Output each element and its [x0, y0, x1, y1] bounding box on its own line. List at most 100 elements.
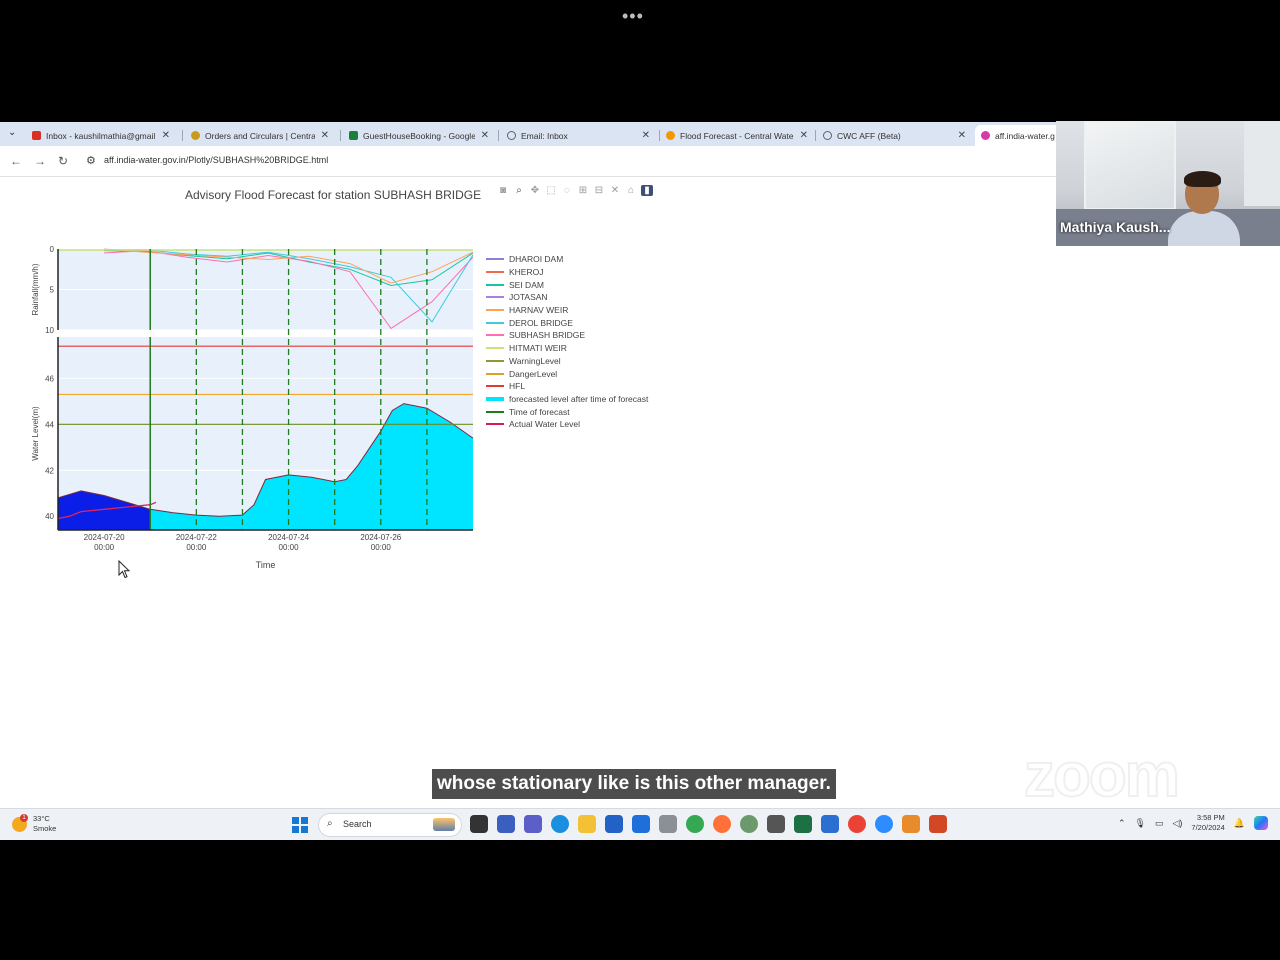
rainfall-tick-label: 10: [45, 326, 54, 335]
legend-item[interactable]: SEI DAM: [486, 278, 648, 291]
x-tick-date: 2024-07-24: [268, 533, 309, 542]
site-info-icon[interactable]: ⚙: [86, 154, 96, 167]
pen-app-icon[interactable]: [497, 815, 515, 833]
teams-icon[interactable]: [524, 815, 542, 833]
rainfall-axis-title: Rainfall(mm/h): [31, 263, 40, 315]
legend-label: HITMATI WEIR: [509, 343, 567, 354]
notification-bell-icon[interactable]: 🔔: [1234, 818, 1245, 829]
legend-item[interactable]: forecasted level after time of forecast: [486, 393, 648, 406]
taskbar-search[interactable]: ⌕ Search: [318, 813, 462, 837]
notepad-icon[interactable]: [821, 815, 839, 833]
app-icon[interactable]: [767, 815, 785, 833]
mouse-cursor-icon: [118, 560, 131, 579]
tab-title: Flood Forecast - Central Water: [680, 130, 794, 141]
tab-gmail-inbox[interactable]: Inbox - kaushilmathia@gmail.c ✕: [26, 125, 176, 146]
tab-search-icon[interactable]: ⌄: [8, 127, 16, 138]
mail-icon[interactable]: [632, 815, 650, 833]
participant-video[interactable]: Mathiya Kaush...: [1056, 121, 1280, 246]
x-tick-date: 2024-07-26: [360, 533, 401, 542]
legend-item[interactable]: JOTASAN: [486, 291, 648, 304]
participant-hair: [1184, 171, 1221, 187]
search-placeholder: Search: [343, 819, 372, 829]
x-tick-time: 00:00: [186, 543, 207, 552]
legend-item[interactable]: WarningLevel: [486, 355, 648, 368]
legend-item[interactable]: Actual Water Level: [486, 418, 648, 431]
legend-swatch: [486, 396, 504, 401]
globe-icon: [823, 131, 832, 140]
chrome-icon[interactable]: [686, 815, 704, 833]
legend-label: SEI DAM: [509, 279, 544, 290]
chrome-profile-icon[interactable]: [848, 815, 866, 833]
legend-label: SUBHASH BRIDGE: [509, 330, 586, 341]
firefox-icon[interactable]: [713, 815, 731, 833]
window-options-dots[interactable]: •••: [622, 6, 644, 27]
legend-label: DEROL BRIDGE: [509, 317, 573, 328]
video-window: [1244, 121, 1280, 206]
legend-item[interactable]: DEROL BRIDGE: [486, 316, 648, 329]
taskbar-apps: [470, 815, 947, 833]
url-field[interactable]: aff.india-water.gov.in/Plotly/SUBHASH%20…: [104, 155, 328, 165]
clock-date: 7/20/2024: [1191, 823, 1225, 832]
task-view-icon[interactable]: [470, 815, 488, 833]
store-icon[interactable]: [605, 815, 623, 833]
app-icon[interactable]: [659, 815, 677, 833]
clock[interactable]: 3:58 PM 7/20/2024: [1191, 813, 1224, 833]
snipping-tool-icon[interactable]: [902, 815, 920, 833]
tab-orders-circulars[interactable]: Orders and Circulars | Central V ✕: [185, 125, 335, 146]
app-icon[interactable]: [740, 815, 758, 833]
rainfall-tick-label: 0: [50, 245, 55, 254]
back-arrow-icon[interactable]: ←: [10, 154, 22, 168]
legend-item[interactable]: HARNAV WEIR: [486, 304, 648, 317]
emblem-icon: [191, 131, 200, 140]
tab-flood-forecast[interactable]: Flood Forecast - Central Water ✕: [660, 125, 814, 146]
reload-icon[interactable]: ↻: [58, 154, 68, 168]
water-level-tick-label: 42: [45, 466, 54, 475]
close-icon[interactable]: ✕: [321, 130, 329, 141]
live-caption: whose stationary like is this other mana…: [432, 769, 836, 799]
windows-start-icon[interactable]: [292, 817, 308, 833]
plotly-page: Advisory Flood Forecast for station SUBH…: [0, 177, 1280, 805]
tab-title: GuestHouseBooking - Google: [363, 130, 475, 141]
tab-title: Email: Inbox: [521, 130, 568, 141]
legend-swatch: [486, 296, 504, 299]
close-icon[interactable]: ✕: [800, 130, 808, 141]
file-explorer-icon[interactable]: [578, 815, 596, 833]
network-icon[interactable]: ▭: [1155, 818, 1164, 829]
x-tick-time: 00:00: [371, 543, 392, 552]
legend-label: KHEROJ: [509, 267, 544, 278]
close-icon[interactable]: ✕: [958, 130, 966, 141]
legend-swatch: [486, 359, 504, 362]
legend-label: forecasted level after time of forecast: [509, 393, 649, 404]
copilot-icon[interactable]: [1254, 816, 1268, 830]
zoom-watermark-logo: zoom: [1023, 740, 1181, 811]
close-icon[interactable]: ✕: [162, 130, 170, 141]
legend-item[interactable]: SUBHASH BRIDGE: [486, 329, 648, 342]
edge-icon[interactable]: [551, 815, 569, 833]
volume-icon[interactable]: ◁): [1172, 818, 1182, 829]
legend-item[interactable]: DangerLevel: [486, 367, 648, 380]
tab-email-inbox[interactable]: Email: Inbox ✕: [501, 125, 656, 146]
microphone-icon[interactable]: 🎙: [1135, 818, 1146, 829]
notification-badge: 1: [20, 813, 28, 822]
tab-title: Inbox - kaushilmathia@gmail.c: [46, 130, 156, 141]
legend-item[interactable]: HFL: [486, 380, 648, 393]
powerpoint-icon[interactable]: [929, 815, 947, 833]
excel-icon[interactable]: [794, 815, 812, 833]
close-icon[interactable]: ✕: [642, 130, 650, 141]
legend-swatch: [486, 372, 504, 375]
zoom-app-icon[interactable]: [875, 815, 893, 833]
legend-item[interactable]: KHEROJ: [486, 266, 648, 279]
weather-widget[interactable]: 1 33°C Smoke: [12, 813, 56, 834]
cwc-icon: [666, 131, 675, 140]
tab-cwc-aff[interactable]: CWC AFF (Beta) ✕: [817, 125, 972, 146]
tab-title: CWC AFF (Beta): [837, 130, 901, 141]
legend-item[interactable]: HITMATI WEIR: [486, 342, 648, 355]
tab-guesthouse-booking[interactable]: GuestHouseBooking - Google ✕: [343, 125, 495, 146]
legend-item[interactable]: DHAROI DAM: [486, 253, 648, 266]
legend-item[interactable]: Time of forecast: [486, 405, 648, 418]
chevron-up-icon[interactable]: ⌃: [1118, 818, 1126, 829]
legend-swatch: [486, 410, 504, 413]
forward-arrow-icon[interactable]: →: [34, 154, 46, 168]
close-icon[interactable]: ✕: [481, 130, 489, 141]
x-tick-time: 00:00: [279, 543, 300, 552]
